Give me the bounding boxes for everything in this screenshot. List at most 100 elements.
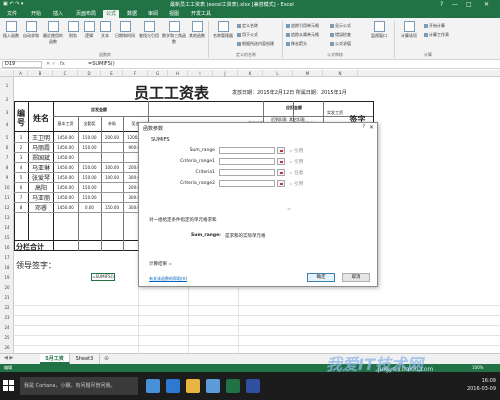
row-header[interactable]: 23	[0, 315, 14, 320]
column-header[interactable]: F	[123, 70, 148, 77]
autosum-button[interactable]: 自动求和	[22, 21, 40, 39]
column-header[interactable]: J	[213, 70, 238, 77]
cortana-search-box[interactable]: 我是 Cortana，小娜。有问题尽管问我。	[20, 377, 138, 395]
cell-base[interactable]: 1450.00	[53, 205, 78, 210]
row-header[interactable]: 12	[0, 205, 14, 210]
task-view-icon[interactable]	[146, 379, 160, 393]
tab-view[interactable]: 视图	[166, 10, 182, 18]
excel-taskbar-icon[interactable]	[226, 379, 240, 393]
cell-full[interactable]: 150.00	[78, 135, 101, 140]
cell-no[interactable]: 7	[14, 195, 28, 200]
file-explorer-icon[interactable]	[186, 379, 200, 393]
cell-full[interactable]: 150.00	[78, 185, 101, 190]
column-header[interactable]: L	[263, 70, 293, 77]
row-header[interactable]: 19	[0, 275, 14, 280]
minimize-button[interactable]: —	[452, 0, 458, 9]
row-header[interactable]: 1	[0, 83, 14, 88]
active-cell[interactable]: =SUMIFS()	[91, 273, 115, 281]
row-header[interactable]: 10	[0, 185, 14, 190]
column-header[interactable]: K	[238, 70, 263, 77]
cell-full[interactable]: 150.00	[78, 145, 101, 150]
row-header[interactable]: 18	[0, 265, 14, 270]
trace-dependents-button[interactable]: 追踪从属单元格	[286, 32, 319, 38]
column-header[interactable]: A	[14, 70, 28, 77]
cell-name[interactable]: 邓睿	[29, 203, 53, 212]
sheet-nav-icon[interactable]: ◀ ▶	[4, 355, 13, 361]
recent-functions-button[interactable]: 最近使用的函数	[42, 21, 64, 45]
trace-precedents-button[interactable]: 追踪引用单元格	[286, 23, 319, 29]
create-from-selection-button[interactable]: 根据所选内容创建	[237, 41, 274, 47]
range-picker-icon[interactable]	[277, 158, 285, 165]
cell-no[interactable]: 5	[14, 175, 28, 180]
range-picker-icon[interactable]	[277, 169, 285, 176]
range-picker-icon[interactable]	[277, 180, 285, 187]
tab-review[interactable]: 审阅	[145, 10, 161, 18]
column-header[interactable]: G	[148, 70, 168, 77]
row-header[interactable]: 24	[0, 325, 14, 330]
cell-name[interactable]: 马丽霞	[29, 143, 53, 152]
datetime-button[interactable]: 日期和时间	[114, 21, 136, 39]
cell-base[interactable]: 1450.00	[53, 195, 78, 200]
cell-base[interactable]: 1450.00	[53, 185, 78, 190]
close-button[interactable]: ✕	[484, 0, 489, 9]
cell-subsidy[interactable]: 200.00	[101, 135, 123, 140]
system-clock[interactable]: 16:09 2016-03-09	[467, 377, 496, 393]
cell-base[interactable]: 1450.00	[53, 155, 78, 160]
help-icon[interactable]: ?	[440, 0, 443, 9]
lookup-button[interactable]: 查找与引用	[138, 21, 160, 39]
financial-button[interactable]: 财务	[66, 21, 80, 39]
column-header[interactable]: E	[101, 70, 123, 77]
cell-name[interactable]: 郑国斌	[29, 153, 53, 162]
cell-base[interactable]: 1450.00	[53, 165, 78, 170]
edge-icon[interactable]	[166, 379, 180, 393]
tab-developer[interactable]: 开发工具	[187, 10, 215, 18]
cancel-enter-icons[interactable]: ✕ ✓	[46, 61, 56, 67]
cell-name[interactable]: 王卫明	[29, 133, 53, 142]
help-link[interactable]: 有关该函数的帮助(H)	[149, 276, 187, 282]
dialog-help-icon[interactable]: ?	[362, 124, 365, 130]
row-header[interactable]: 15	[0, 235, 14, 240]
maximize-button[interactable]: □	[466, 0, 472, 9]
arg-input-criteria1[interactable]	[219, 169, 275, 176]
cell-name[interactable]: 马亚琳	[29, 163, 53, 172]
cell-full[interactable]: 150.00	[78, 175, 101, 180]
tab-file[interactable]: 文件	[4, 10, 20, 18]
row-header[interactable]: 6	[0, 145, 14, 150]
cell-full[interactable]: 0.00	[78, 205, 101, 210]
tab-data[interactable]: 数据	[124, 10, 140, 18]
row-header[interactable]: 7	[0, 155, 14, 160]
formula-input[interactable]: =SUMIFS()	[88, 61, 115, 67]
name-box[interactable]: D19	[2, 61, 42, 68]
cell-base[interactable]: 1450.00	[53, 175, 78, 180]
row-header[interactable]: 16	[0, 245, 14, 250]
ok-button[interactable]: 确定	[307, 273, 335, 282]
cell-no[interactable]: 4	[14, 165, 28, 170]
arg-input-criteria-range2[interactable]	[219, 180, 275, 187]
fx-icon[interactable]: fx	[60, 61, 65, 67]
text-button[interactable]: 文本	[98, 21, 112, 39]
row-header[interactable]: 25	[0, 335, 14, 340]
cell-full[interactable]: 150.00	[78, 165, 101, 170]
column-header[interactable]: I	[188, 70, 213, 77]
select-all-corner[interactable]	[0, 70, 14, 77]
cell-name[interactable]: 张爱琴	[29, 173, 53, 182]
column-header[interactable]: N	[323, 70, 358, 77]
watch-window-button[interactable]: 监视窗口	[368, 21, 390, 39]
column-header[interactable]: B	[28, 70, 53, 77]
tab-formulas[interactable]: 公式	[103, 10, 119, 18]
cell-no[interactable]: 6	[14, 185, 28, 190]
quick-access-toolbar[interactable]: ▣ ↶ ↷ ▾	[3, 1, 23, 7]
row-header[interactable]: 20	[0, 285, 14, 290]
insert-function-button[interactable]: 插入函数	[2, 21, 20, 39]
cell-no[interactable]: 3	[14, 155, 28, 160]
zoom-level[interactable]: 100%	[472, 365, 483, 370]
calc-sheet-button[interactable]: 计算工作表	[424, 32, 449, 38]
row-header[interactable]: 2	[0, 97, 14, 102]
remove-arrows-button[interactable]: 移去箭头	[286, 41, 307, 47]
arg-input-sum-range[interactable]	[219, 147, 275, 154]
tab-page-layout[interactable]: 页面布局	[72, 10, 100, 18]
column-header[interactable]: C	[53, 70, 78, 77]
row-header[interactable]: 5	[0, 135, 14, 140]
row-header[interactable]: 4	[0, 122, 14, 127]
cell-base[interactable]: 1450.00	[53, 135, 78, 140]
